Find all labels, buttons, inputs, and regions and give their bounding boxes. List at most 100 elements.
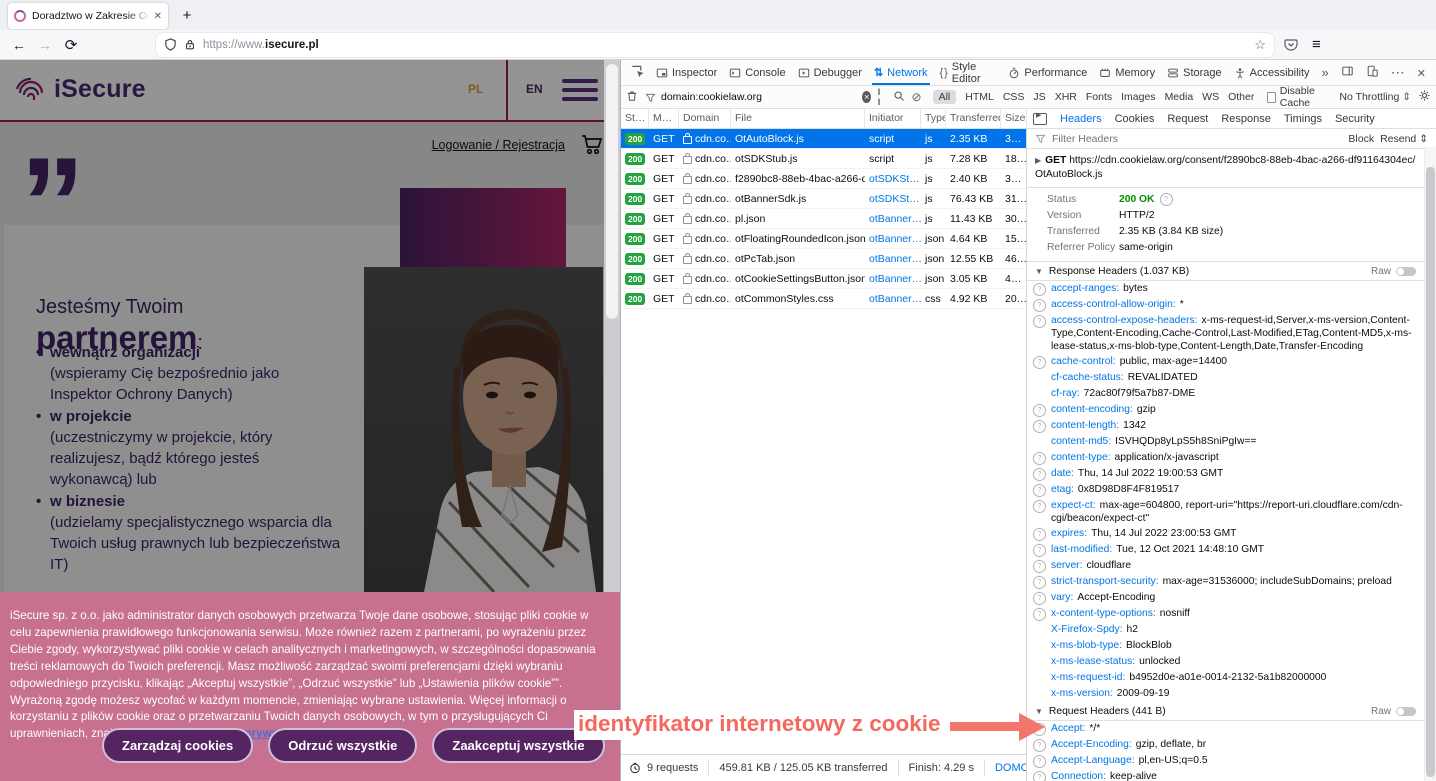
info-icon[interactable]: [1033, 452, 1046, 465]
resend-button[interactable]: Resend: [1380, 133, 1428, 145]
info-icon[interactable]: [1033, 608, 1046, 621]
tab-request[interactable]: Request: [1167, 113, 1208, 125]
filter-pill-ws[interactable]: WS: [1202, 91, 1219, 103]
tab-cookies[interactable]: Cookies: [1115, 113, 1155, 125]
filter-pill-images[interactable]: Images: [1121, 91, 1155, 103]
pocket-icon[interactable]: [1284, 38, 1298, 52]
forward-button[interactable]: [32, 33, 58, 57]
url-bar[interactable]: https://www.isecure.pl: [156, 33, 1274, 57]
header-row[interactable]: x-ms-version:2009-09-19: [1027, 686, 1424, 702]
tab-response[interactable]: Response: [1221, 113, 1271, 125]
search-icon[interactable]: [893, 90, 905, 105]
domcontentloaded-time[interactable]: DOMContentLoaded:: [985, 760, 1026, 776]
column-initiator[interactable]: Initiator: [865, 109, 921, 128]
header-row[interactable]: content-type:application/x-javascript: [1027, 450, 1424, 466]
filter-pill-js[interactable]: JS: [1033, 91, 1045, 103]
header-row[interactable]: access-control-allow-origin:*: [1027, 297, 1424, 313]
network-request-row[interactable]: 200GETcdn.co…otPcTab.jsonotBanner…json12…: [621, 249, 1026, 269]
header-row[interactable]: x-ms-blob-type:BlockBlob: [1027, 638, 1424, 654]
network-request-row[interactable]: 200GETcdn.co…pl.jsonotBanner…js11.43 KB3…: [621, 209, 1026, 229]
header-row[interactable]: x-content-type-options:nosniff: [1027, 606, 1424, 622]
info-icon[interactable]: [1033, 468, 1046, 481]
network-request-row[interactable]: 200GETcdn.co…OtAutoBlock.jsscriptjs2.35 …: [621, 129, 1026, 149]
header-row[interactable]: cache-control:public, max-age=14400: [1027, 354, 1424, 370]
header-row[interactable]: accept-ranges:bytes: [1027, 281, 1424, 297]
page-scrollbar-thumb[interactable]: [606, 64, 618, 319]
header-row[interactable]: x-ms-request-id:b4952d0e-a01e-0014-2132-…: [1027, 670, 1424, 686]
info-icon[interactable]: [1160, 193, 1173, 206]
header-row[interactable]: cf-ray:72ac80f79f5a7b87-DME: [1027, 386, 1424, 402]
tab-close-icon[interactable]: [154, 11, 162, 22]
split-console-icon[interactable]: [1335, 65, 1360, 80]
shield-icon[interactable]: [164, 38, 177, 51]
response-headers-section[interactable]: Response Headers (1.037 KB) Raw: [1027, 262, 1424, 281]
toggle-details-pane-icon[interactable]: [1033, 113, 1047, 125]
info-icon[interactable]: [1033, 299, 1046, 312]
bookmark-star-icon[interactable]: [1254, 37, 1266, 53]
request-summary[interactable]: GET https://cdn.cookielaw.org/consent/f2…: [1027, 149, 1424, 188]
tab-style-editor[interactable]: { } Style Editor: [934, 60, 1003, 85]
filter-pill-css[interactable]: CSS: [1003, 91, 1025, 103]
responsive-mode-icon[interactable]: [1360, 65, 1385, 80]
column-type[interactable]: Type: [921, 109, 946, 128]
info-icon[interactable]: [1033, 528, 1046, 541]
header-row[interactable]: date:Thu, 14 Jul 2022 19:00:53 GMT: [1027, 466, 1424, 482]
info-icon[interactable]: [1033, 356, 1046, 369]
reject-all-button[interactable]: Odrzuć wszystkie: [268, 728, 417, 763]
header-row[interactable]: etag:0x8D98D8F4F819517: [1027, 482, 1424, 498]
header-row[interactable]: content-encoding:gzip: [1027, 402, 1424, 418]
info-icon[interactable]: [1033, 576, 1046, 589]
network-request-row[interactable]: 200GETcdn.co…otSDKStub.jsscriptjs7.28 KB…: [621, 149, 1026, 169]
filter-pill-xhr[interactable]: XHR: [1055, 91, 1077, 103]
header-row[interactable]: vary:Accept-Encoding: [1027, 590, 1424, 606]
tab-security[interactable]: Security: [1335, 113, 1375, 125]
header-row[interactable]: Accept-Encoding:gzip, deflate, br: [1027, 737, 1424, 753]
pick-element-icon[interactable]: [625, 65, 650, 81]
reload-button[interactable]: [58, 33, 84, 57]
clear-filter-icon[interactable]: [862, 91, 871, 103]
pause-traffic-icon[interactable]: [878, 87, 886, 107]
tab-network[interactable]: ⇅ Network: [868, 60, 934, 85]
tab-timings[interactable]: Timings: [1284, 113, 1322, 125]
header-row[interactable]: Accept:*/*: [1027, 721, 1424, 737]
more-tabs-icon[interactable]: [1316, 65, 1335, 80]
column-method[interactable]: M…: [649, 109, 679, 128]
network-request-row[interactable]: 200GETcdn.co…otCommonStyles.cssotBanner……: [621, 289, 1026, 309]
info-icon[interactable]: [1033, 771, 1046, 781]
header-row[interactable]: x-ms-lease-status:unlocked: [1027, 654, 1424, 670]
header-row[interactable]: access-control-expose-headers:x-ms-reque…: [1027, 313, 1424, 354]
tab-console[interactable]: Console: [723, 60, 791, 85]
block-url-button[interactable]: Block: [1348, 133, 1374, 145]
info-icon[interactable]: [1033, 560, 1046, 573]
network-request-row[interactable]: 200GETcdn.co…otCookieSettingsButton.json…: [621, 269, 1026, 289]
filter-pill-other[interactable]: Other: [1228, 91, 1254, 103]
header-row[interactable]: cf-cache-status:REVALIDATED: [1027, 370, 1424, 386]
column-file[interactable]: File: [731, 109, 865, 128]
headers-filter-input[interactable]: Filter Headers: [1052, 133, 1118, 145]
expand-arrow-icon[interactable]: [1035, 156, 1041, 165]
header-row[interactable]: content-length:1342: [1027, 418, 1424, 434]
header-row[interactable]: Connection:keep-alive: [1027, 769, 1424, 781]
info-icon[interactable]: [1033, 755, 1046, 768]
info-icon[interactable]: [1033, 544, 1046, 557]
back-button[interactable]: [6, 33, 32, 57]
network-settings-gear-icon[interactable]: [1418, 89, 1431, 105]
disable-cache-checkbox[interactable]: Disable Cache: [1267, 85, 1328, 109]
column-domain[interactable]: Domain: [679, 109, 731, 128]
header-row[interactable]: expect-ct:max-age=604800, report-uri="ht…: [1027, 498, 1424, 526]
app-menu-icon[interactable]: [1312, 36, 1321, 53]
header-row[interactable]: last-modified:Tue, 12 Oct 2021 14:48:10 …: [1027, 542, 1424, 558]
new-tab-button[interactable]: [176, 5, 198, 27]
raw-toggle[interactable]: [1396, 707, 1416, 716]
url-filter-input[interactable]: domain:cookielaw.org: [645, 91, 855, 103]
header-row[interactable]: expires:Thu, 14 Jul 2022 23:00:53 GMT: [1027, 526, 1424, 542]
tab-memory[interactable]: Memory: [1093, 60, 1161, 85]
details-scrollbar-thumb[interactable]: [1426, 167, 1435, 777]
header-row[interactable]: strict-transport-security:max-age=315360…: [1027, 574, 1424, 590]
network-request-row[interactable]: 200GETcdn.co…otFloatingRoundedIcon.jsono…: [621, 229, 1026, 249]
tab-accessibility[interactable]: Accessibility: [1228, 60, 1316, 85]
browser-tab[interactable]: Doradztwo w Zakresie Ochrony Danych: [8, 3, 168, 29]
info-icon[interactable]: [1033, 420, 1046, 433]
info-icon[interactable]: [1033, 404, 1046, 417]
network-request-row[interactable]: 200GETcdn.co…otBannerSdk.jsotSDKSt…js76.…: [621, 189, 1026, 209]
